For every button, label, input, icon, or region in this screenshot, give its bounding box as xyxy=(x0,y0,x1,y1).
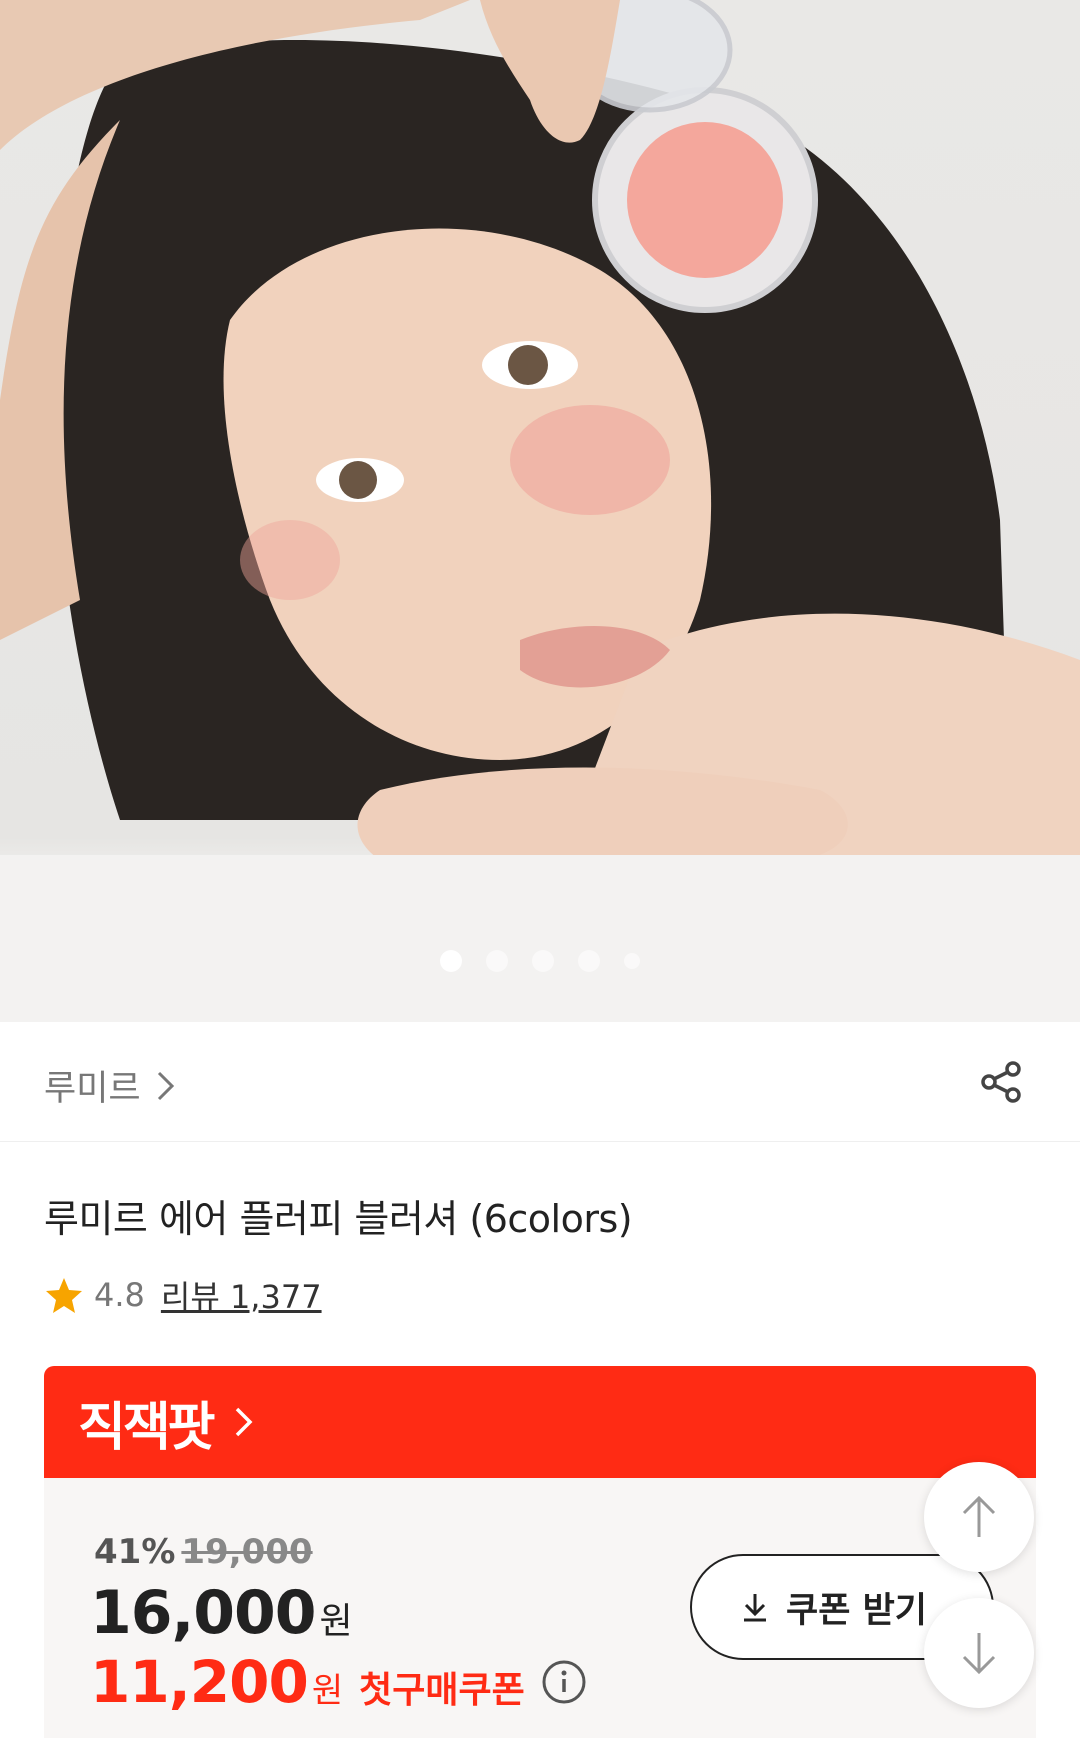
get-coupon-label: 쿠폰 받기 xyxy=(786,1590,927,1631)
star-icon xyxy=(46,1278,82,1313)
gallery-dot-5[interactable] xyxy=(624,953,640,969)
brand-link[interactable]: 루미르 xyxy=(44,1060,177,1111)
arrow-down-icon xyxy=(962,1633,996,1675)
coupon-price: 11,200 원 첫구매쿠폰 xyxy=(90,1648,587,1716)
brand-name: 루미르 xyxy=(44,1069,141,1109)
download-icon xyxy=(744,1594,766,1622)
brand-row: 루미르 xyxy=(0,1022,1080,1142)
product-photo xyxy=(0,0,1080,1022)
sale-price-unit: 원 xyxy=(319,1601,353,1642)
gallery-dot-2[interactable] xyxy=(486,950,508,972)
rating-score: 4.8 xyxy=(94,1276,145,1314)
arrow-up-icon xyxy=(962,1495,996,1537)
share-icon[interactable] xyxy=(980,1060,1024,1104)
gallery-dot-3[interactable] xyxy=(532,950,554,972)
gallery-dot-4[interactable] xyxy=(578,950,600,972)
product-image-gallery[interactable] xyxy=(0,0,1080,1022)
coupon-label: 첫구매쿠폰 xyxy=(359,1670,525,1711)
chevron-right-icon xyxy=(157,1071,174,1100)
discount-rate: 41% xyxy=(94,1532,176,1572)
scroll-to-bottom-button[interactable] xyxy=(924,1598,1034,1708)
coupon-price-value: 11,200 xyxy=(90,1648,309,1716)
deal-price-panel: 41% 19,000 16,000 원 11,200 원 첫구매쿠폰 쿠폰 받기 xyxy=(44,1478,1036,1738)
gallery-dot-1[interactable] xyxy=(440,950,462,972)
product-rating: 4.8 리뷰 1,377 xyxy=(44,1272,322,1318)
scroll-to-top-button[interactable] xyxy=(924,1462,1034,1572)
deal-title: 직잭팟 xyxy=(78,1397,216,1458)
deal-banner[interactable]: 직잭팟 xyxy=(44,1366,1036,1478)
sale-price-value: 16,000 xyxy=(90,1578,317,1648)
gallery-pagination[interactable] xyxy=(0,950,1080,972)
original-price: 19,000 xyxy=(181,1532,313,1572)
sale-price: 16,000 원 xyxy=(90,1578,353,1648)
product-title: 루미르 에어 플러피 블러셔 (6colors) xyxy=(44,1197,633,1241)
reviews-link[interactable]: 리뷰 1,377 xyxy=(161,1272,322,1318)
coupon-price-unit: 원 xyxy=(311,1671,344,1711)
discount-line: 41% 19,000 xyxy=(94,1532,313,1572)
info-icon[interactable] xyxy=(541,1659,587,1705)
chevron-right-icon xyxy=(235,1407,253,1437)
